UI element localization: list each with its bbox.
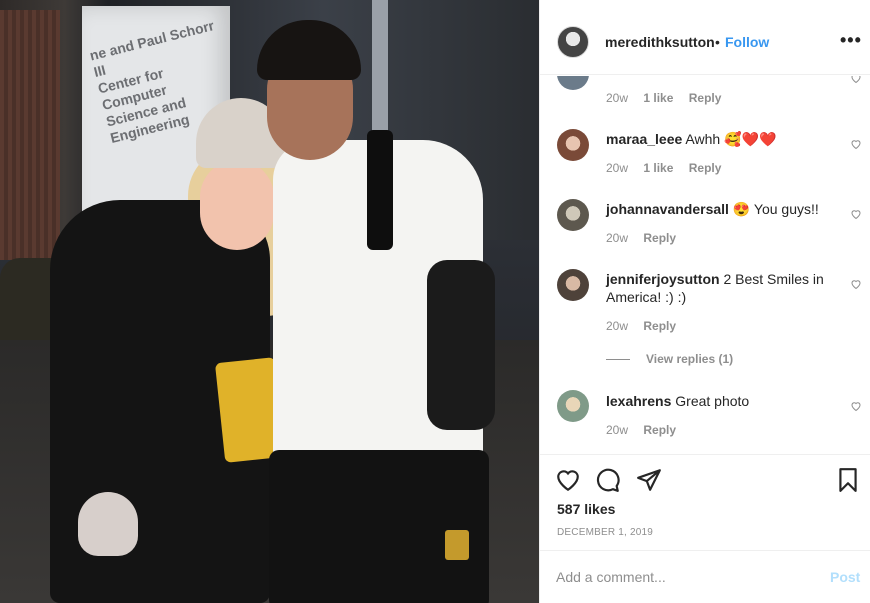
post-header: meredithksutton • Follow ••• — [540, 0, 870, 75]
comment-likes[interactable]: 1 like — [643, 161, 673, 175]
comment-username[interactable]: lexahrens — [606, 393, 671, 409]
comment-body: jenniferjoysutton 2 Best Smiles in Ameri… — [606, 270, 826, 306]
comment-avatar[interactable] — [557, 269, 589, 301]
comments-list[interactable]: 20w 1 like Reply maraa_leee Awhh 🥰❤️❤️ 2… — [540, 76, 870, 454]
comment-likes[interactable]: 1 like — [643, 91, 673, 105]
view-replies-button[interactable]: View replies (1) — [606, 352, 733, 366]
author-username[interactable]: meredithksutton — [605, 34, 715, 50]
comment-text: Awhh 🥰❤️❤️ — [685, 131, 777, 147]
post-actions: 587 likes DECEMBER 1, 2019 — [540, 454, 870, 550]
comment-input[interactable] — [556, 565, 816, 589]
comment-like-icon[interactable] — [850, 400, 862, 412]
follow-button[interactable]: Follow — [725, 34, 769, 50]
comment-reply-button[interactable]: Reply — [689, 161, 722, 175]
comment-meta: 20w Reply — [606, 423, 688, 437]
post-side-panel: meredithksutton • Follow ••• 20w 1 like … — [539, 0, 870, 603]
like-heart-icon[interactable] — [555, 467, 581, 493]
comment-like-icon[interactable] — [850, 278, 862, 290]
backpack-strap — [367, 130, 393, 250]
man-pants — [269, 450, 489, 603]
comment-reply-button[interactable]: Reply — [643, 319, 676, 333]
author-avatar[interactable] — [557, 26, 589, 58]
comment-reply-button[interactable]: Reply — [643, 231, 676, 245]
comment-meta: 20w 1 like Reply — [606, 161, 733, 175]
comment-avatar[interactable] — [557, 199, 589, 231]
comment-time: 20w — [606, 319, 629, 333]
header-separator: • — [715, 34, 720, 50]
comment-meta: 20w Reply — [606, 319, 688, 333]
comment-reply-button[interactable]: Reply — [643, 423, 676, 437]
bookmark-icon[interactable] — [835, 467, 861, 493]
post-comment-button[interactable]: Post — [830, 569, 860, 585]
add-comment-bar: Post — [540, 550, 870, 603]
view-replies-line — [606, 359, 630, 361]
man-sleeve — [427, 260, 495, 430]
comment-bubble-icon[interactable] — [595, 467, 621, 493]
comment-like-icon[interactable] — [850, 138, 862, 150]
comment-meta: 20w 1 like Reply — [606, 91, 733, 105]
post-date: DECEMBER 1, 2019 — [557, 527, 654, 538]
share-plane-icon[interactable] — [636, 467, 662, 493]
person-woman — [50, 98, 288, 603]
post-photo[interactable]: ne and Paul Schorr III Center for Comput… — [0, 0, 539, 603]
comment-reply-button[interactable]: Reply — [689, 91, 722, 105]
comment-username[interactable]: johannavandersall — [606, 201, 729, 217]
man-hair — [257, 20, 361, 80]
like-count[interactable]: 587 likes — [557, 501, 615, 517]
more-options-icon[interactable]: ••• — [840, 30, 862, 51]
comment-like-icon[interactable] — [850, 76, 862, 84]
comment-time: 20w — [606, 423, 629, 437]
view-replies-label: View replies (1) — [646, 352, 734, 366]
comment-body: maraa_leee Awhh 🥰❤️❤️ — [606, 130, 826, 148]
person-man — [255, 20, 515, 603]
comment-body: johannavandersall 😍 You guys!! — [606, 200, 826, 218]
comment-username[interactable]: maraa_leee — [606, 131, 682, 147]
comment-body: lexahrens Great photo — [606, 392, 826, 410]
comment-text: 😍 You guys!! — [732, 201, 819, 217]
comment-time: 20w — [606, 231, 629, 245]
comment-time: 20w — [606, 161, 629, 175]
comment-avatar[interactable] — [557, 129, 589, 161]
comment-avatar[interactable] — [557, 76, 589, 90]
pants-logo — [445, 530, 469, 560]
comment-like-icon[interactable] — [850, 208, 862, 220]
comment-meta: 20w Reply — [606, 231, 688, 245]
comment-text: Great photo — [675, 393, 750, 409]
comment-username[interactable]: jenniferjoysutton — [606, 271, 720, 287]
comment-time: 20w — [606, 91, 629, 105]
mitten — [78, 492, 138, 556]
comment-avatar[interactable] — [557, 390, 589, 422]
